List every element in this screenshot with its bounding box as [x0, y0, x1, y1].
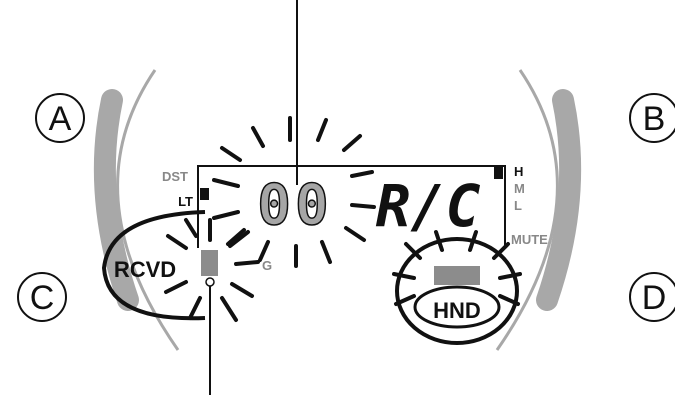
lcd-mode-text: R/C — [376, 172, 481, 240]
rcvd-callout-dot — [205, 277, 215, 287]
hnd-segment — [434, 266, 480, 285]
bezel-right — [495, 69, 582, 351]
lt-marker — [200, 188, 209, 200]
lcd-digits: 00 — [257, 173, 332, 238]
button-d[interactable]: D — [629, 272, 675, 322]
watch-diagram-svg: A B C D DST LT H M L MUTE G 00 R/C RCVD … — [17, 0, 675, 395]
lt-indicator: LT — [178, 194, 193, 209]
button-c[interactable]: C — [17, 272, 67, 322]
button-b[interactable]: B — [629, 93, 675, 143]
bezel-left — [93, 69, 180, 351]
rcvd-label: RCVD — [114, 257, 176, 282]
watch-diagram: A B C D DST LT H M L MUTE G 00 R/C RCVD … — [0, 0, 675, 399]
rcvd-segment — [201, 250, 218, 276]
hnd-label: HND — [433, 298, 481, 323]
button-a[interactable]: A — [35, 93, 85, 143]
h-indicator: H — [514, 164, 523, 179]
button-a-label: A — [49, 100, 72, 138]
m-indicator: M — [514, 181, 525, 196]
hnd-callout: HND — [392, 230, 522, 345]
g-indicator: G — [262, 258, 272, 273]
mute-indicator: MUTE — [511, 232, 548, 247]
l-indicator: L — [514, 198, 522, 213]
rcvd-callout: RCVD — [101, 210, 260, 322]
button-b-label: B — [643, 100, 666, 138]
button-c-label: C — [30, 279, 55, 317]
h-marker — [494, 167, 503, 179]
dst-indicator: DST — [162, 169, 188, 184]
button-d-label: D — [642, 279, 667, 317]
